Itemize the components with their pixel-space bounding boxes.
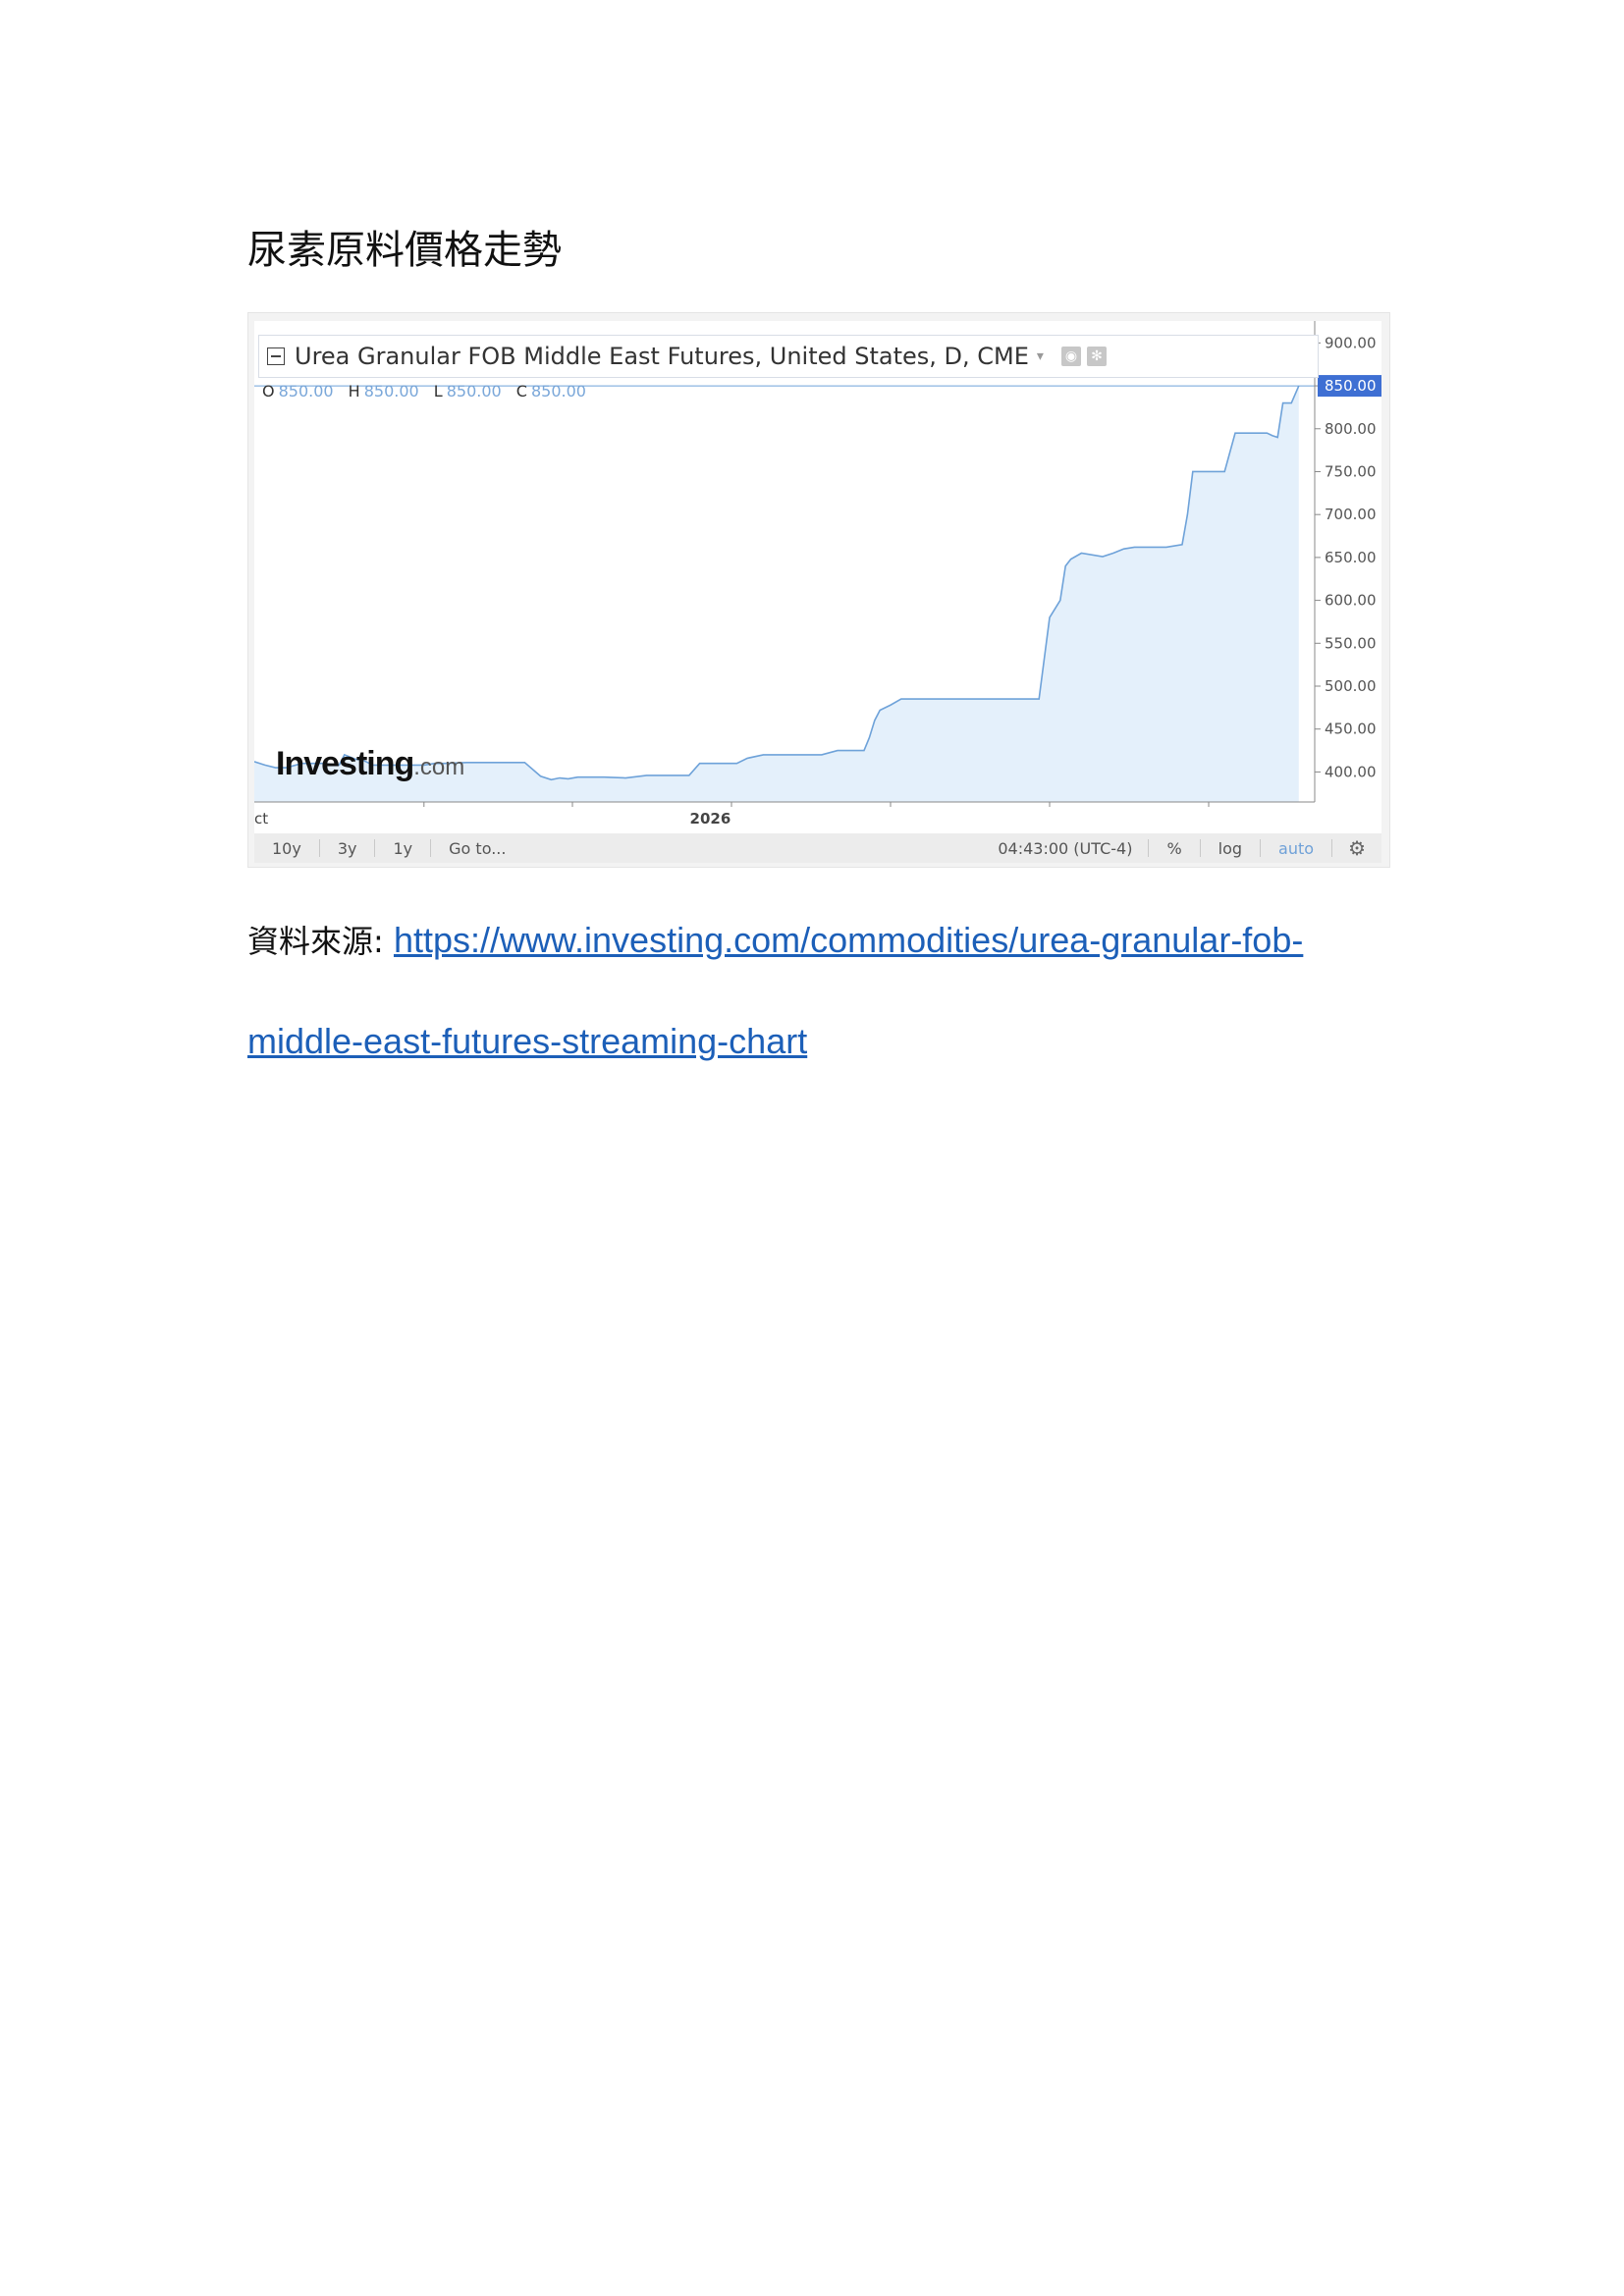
range-10y-button[interactable]: 10y	[254, 839, 319, 858]
chart-legend-bar: Urea Granular FOB Middle East Futures, U…	[258, 335, 1319, 378]
eye-icon[interactable]: ◉	[1060, 347, 1081, 366]
ohlc-open-label: O	[262, 382, 275, 400]
ohlc-open-value: 850.00	[278, 382, 334, 400]
percent-scale-button[interactable]: %	[1149, 839, 1199, 858]
log-scale-button[interactable]: log	[1201, 839, 1260, 858]
source-link-continued[interactable]: middle-east-futures-streaming-chart	[247, 1021, 807, 1062]
y-tick-label: 900.00	[1325, 334, 1377, 351]
ohlc-low-value: 850.00	[446, 382, 502, 400]
logo-main-text: Investing	[276, 745, 414, 782]
ohlc-values: O 850.00 H 850.00 L 850.00 C 850.00	[262, 382, 596, 400]
y-tick-label: 550.00	[1325, 634, 1377, 652]
source-link[interactable]: https://www.investing.com/commodities/ur…	[394, 920, 1303, 960]
y-tick-label: 400.00	[1325, 763, 1377, 780]
y-tick-label: 650.00	[1325, 549, 1377, 566]
chart-toolbar: 10y 3y 1y Go to... 04:43:00 (UTC-4) % lo…	[254, 833, 1381, 863]
goto-button[interactable]: Go to...	[431, 839, 523, 858]
source-label: 資料來源:	[247, 923, 384, 960]
range-3y-button[interactable]: 3y	[320, 839, 375, 858]
chart-plot-area[interactable]: 900.00 800.00 750.00 700.00 650.00 600.00 550.…	[254, 321, 1381, 833]
investing-logo: Investing.com	[276, 745, 464, 783]
ohlc-high-value: 850.00	[363, 382, 419, 400]
y-tick-label: 500.00	[1325, 677, 1377, 695]
chart-widget: 900.00 800.00 750.00 700.00 650.00 600.00 550.…	[247, 312, 1390, 868]
series-area	[254, 386, 1299, 802]
last-price-label: 850.00	[1325, 377, 1377, 395]
y-tick-label: 450.00	[1325, 721, 1377, 738]
auto-scale-button[interactable]: auto	[1261, 839, 1331, 858]
x-tick-label: 2026	[690, 810, 731, 828]
ohlc-close-label: C	[515, 382, 527, 400]
chart-title: Urea Granular FOB Middle East Futures, U…	[295, 343, 1029, 370]
ohlc-low-label: L	[433, 382, 443, 400]
gear-icon[interactable]: ⚙	[1332, 836, 1381, 860]
timezone-clock[interactable]: 04:43:00 (UTC-4)	[982, 839, 1148, 858]
y-tick-label: 600.00	[1325, 592, 1377, 610]
collapse-toggle-icon[interactable]	[267, 347, 285, 365]
page-title: 尿素原料價格走勢	[247, 228, 562, 273]
ohlc-high-label: H	[348, 382, 360, 400]
logo-suffix-text: .com	[413, 754, 465, 780]
y-tick-label: 800.00	[1325, 420, 1377, 438]
source-line: 資料來源: https://www.investing.com/commodit…	[247, 923, 1303, 958]
chevron-down-icon[interactable]: ▾	[1037, 348, 1044, 364]
settings-icon[interactable]: ✻	[1086, 347, 1107, 366]
x-tick-label: ct	[254, 810, 268, 828]
ohlc-close-value: 850.00	[530, 382, 586, 400]
y-tick-label: 700.00	[1325, 506, 1377, 523]
y-tick-label: 750.00	[1325, 462, 1377, 480]
range-1y-button[interactable]: 1y	[375, 839, 430, 858]
